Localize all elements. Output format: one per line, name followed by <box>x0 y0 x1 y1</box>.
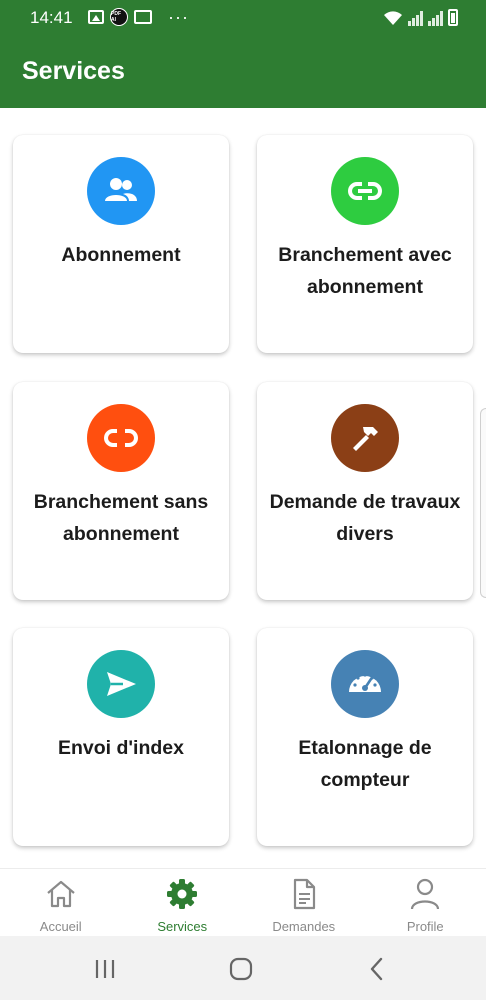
speedometer-icon <box>331 650 399 718</box>
nav-item-demandes[interactable]: Demandes <box>243 869 365 936</box>
service-card-envoi-index[interactable]: Envoi d'index <box>13 628 229 846</box>
users-icon <box>87 157 155 225</box>
link-icon <box>331 157 399 225</box>
nav-label: Demandes <box>272 919 336 934</box>
image-icon <box>88 10 104 24</box>
mail-icon <box>134 10 152 24</box>
home-icon <box>47 880 75 908</box>
home-button[interactable] <box>226 954 256 984</box>
nav-item-accueil[interactable]: Accueil <box>0 869 122 936</box>
back-button[interactable] <box>362 954 392 984</box>
bottom-navigation: Accueil Services Demandes Profile <box>0 868 486 936</box>
scroll-edge-handle[interactable] <box>480 408 486 598</box>
user-icon <box>411 878 440 910</box>
document-icon <box>293 878 315 910</box>
signal-icon <box>408 10 423 26</box>
pdf-app-icon: PDF AI <box>110 8 128 26</box>
battery-icon <box>448 9 458 26</box>
system-status-icons <box>383 8 458 26</box>
status-bar: 14:41 PDF AI ··· <box>0 0 486 34</box>
send-icon <box>87 650 155 718</box>
service-label: Abonnement <box>61 244 181 266</box>
more-dots-icon: ··· <box>168 7 189 27</box>
service-label: Branchement sans abonnement <box>33 491 209 545</box>
service-card-branchement-sans-abonnement[interactable]: Branchement sans abonnement <box>13 382 229 600</box>
nav-label: Profile <box>406 919 444 934</box>
recents-button[interactable] <box>90 954 120 984</box>
service-card-demande-travaux-divers[interactable]: Demande de travaux divers <box>257 382 473 600</box>
service-card-abonnement[interactable]: Abonnement <box>13 135 229 353</box>
service-card-branchement-avec-abonnement[interactable]: Branchement avec abonnement <box>257 135 473 353</box>
signal-icon <box>428 10 443 26</box>
service-label: Envoi d'index <box>58 737 184 759</box>
page-title: Services <box>22 57 125 85</box>
unlink-icon <box>87 404 155 472</box>
nav-label: Services <box>157 919 208 934</box>
nav-label: Accueil <box>39 919 82 934</box>
wifi-icon <box>384 11 402 25</box>
service-label: Branchement avec abonnement <box>278 244 452 298</box>
hammer-icon <box>331 404 399 472</box>
nav-item-profile[interactable]: Profile <box>365 869 486 936</box>
system-navigation-bar <box>0 936 486 1000</box>
nav-item-services[interactable]: Services <box>122 869 244 936</box>
gear-icon <box>167 879 198 909</box>
service-label: Etalonnage de compteur <box>298 737 432 791</box>
app-header: 14:41 PDF AI ··· Services <box>0 0 486 108</box>
status-time: 14:41 <box>30 8 73 27</box>
services-grid: Abonnement Branchement avec abonnement B… <box>0 108 486 868</box>
service-card-etalonnage-compteur[interactable]: Etalonnage de compteur <box>257 628 473 846</box>
notification-icons: PDF AI ··· <box>88 8 189 26</box>
service-label: Demande de travaux divers <box>269 491 461 545</box>
